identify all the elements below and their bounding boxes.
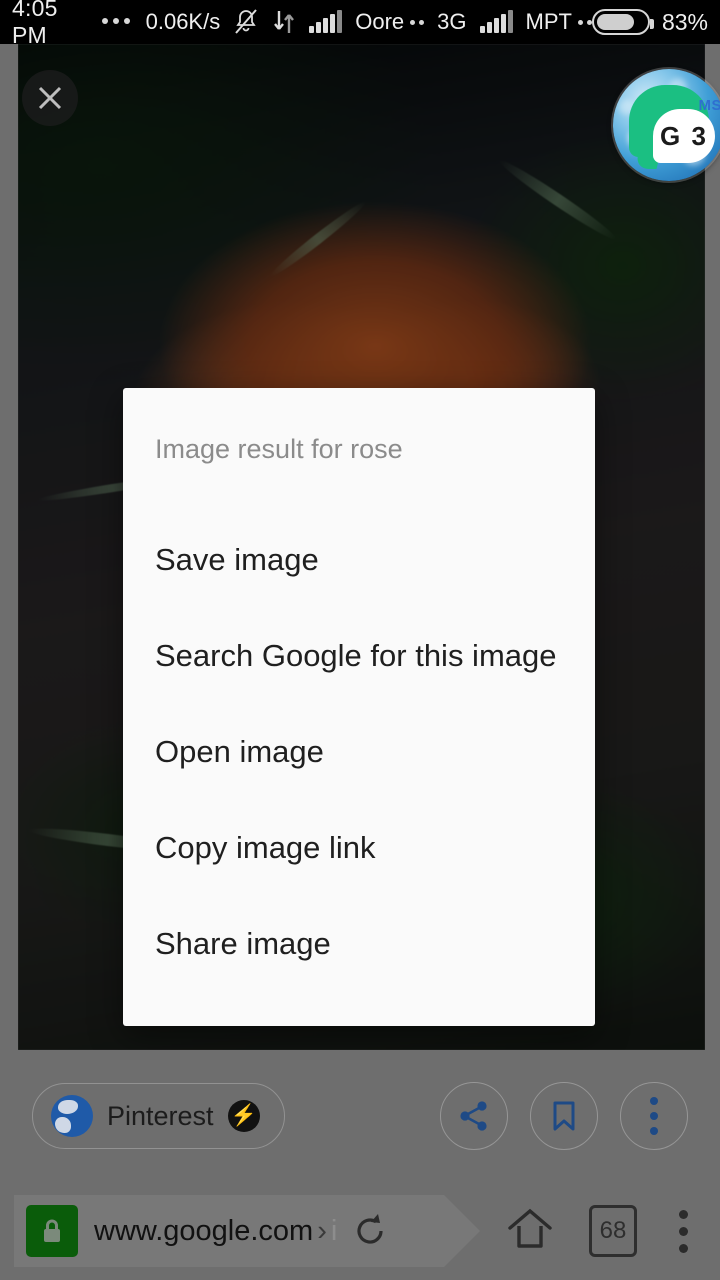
data-arrows-icon	[272, 9, 296, 35]
url-fragment: i	[330, 1214, 338, 1247]
bookmark-icon	[553, 1101, 575, 1131]
url-text: www.google.com › i	[94, 1215, 337, 1248]
image-viewer: G 3 MS Image result for rose Save image …	[0, 44, 720, 1050]
bookmark-button[interactable]	[530, 1082, 598, 1150]
more-vertical-icon	[650, 1097, 658, 1135]
signal-bars-icon-1	[309, 10, 343, 33]
carrier-name-2: MPT	[525, 9, 572, 34]
menu-item-search-google[interactable]: Search Google for this image	[155, 608, 563, 704]
close-button[interactable]	[22, 70, 78, 126]
viewer-left-rail	[0, 44, 18, 1050]
battery-icon	[591, 9, 654, 35]
context-menu-title: Image result for rose	[155, 434, 403, 464]
menu-item-open-image[interactable]: Open image	[155, 704, 563, 800]
carrier-2-indicators	[577, 19, 592, 25]
amp-lightning-icon: ⚡	[227, 1100, 260, 1132]
close-icon	[38, 86, 62, 110]
browser-menu-button[interactable]	[671, 1209, 696, 1253]
context-menu-list: Save image Search Google for this image …	[155, 512, 563, 992]
share-icon	[460, 1101, 487, 1131]
signal-bars-icon-2	[479, 10, 513, 33]
browser-toolbar: www.google.com › i 68	[0, 1182, 720, 1280]
menu-item-share-image[interactable]: Share image	[155, 896, 563, 992]
bubble-badge-text: G 3	[660, 120, 708, 151]
more-dots-icon	[101, 17, 130, 27]
carrier-name-1: Oore	[355, 9, 405, 34]
network-type-text: 3G	[437, 9, 467, 34]
carrier-1-indicators	[410, 19, 425, 25]
reload-icon	[357, 1214, 383, 1244]
menu-item-save-image[interactable]: Save image	[155, 512, 563, 608]
url-separator: ›	[317, 1214, 327, 1247]
home-button[interactable]	[505, 1206, 555, 1257]
home-icon	[508, 1208, 552, 1248]
address-bar[interactable]: www.google.com › i	[14, 1195, 480, 1267]
viewer-right-rail	[705, 44, 720, 1050]
floating-chat-bubble[interactable]: G 3 MS	[613, 69, 720, 181]
image-overflow-button[interactable]	[620, 1082, 688, 1150]
network-speed-text: 0.06K/s	[145, 9, 221, 34]
url-host: www.google.com	[94, 1214, 314, 1247]
battery-percent-text: 83%	[661, 8, 708, 35]
source-site-chip[interactable]: Pinterest ⚡	[32, 1083, 285, 1149]
bubble-badge: G 3	[653, 109, 715, 163]
globe-icon	[51, 1095, 93, 1137]
lock-icon	[26, 1205, 78, 1257]
share-button[interactable]	[440, 1082, 508, 1150]
status-bar: 4:05 PM 0.06K/s Oore 3G MPT 83%	[0, 0, 720, 48]
image-action-bar: Pinterest ⚡	[0, 1050, 720, 1182]
image-context-menu: Image result for rose Save image Search …	[123, 388, 595, 1026]
bubble-corner-label: MS	[698, 97, 720, 114]
source-site-name: Pinterest	[107, 1100, 214, 1131]
phone-screen: 4:05 PM 0.06K/s Oore 3G MPT 83% G 3 MS I…	[0, 0, 720, 1280]
bell-muted-icon	[233, 8, 259, 36]
reload-button[interactable]	[351, 1211, 391, 1251]
tab-counter-button[interactable]: 68	[589, 1205, 637, 1257]
status-time: 4:05 PM	[12, 0, 58, 48]
menu-item-copy-image-link[interactable]: Copy image link	[155, 800, 563, 896]
